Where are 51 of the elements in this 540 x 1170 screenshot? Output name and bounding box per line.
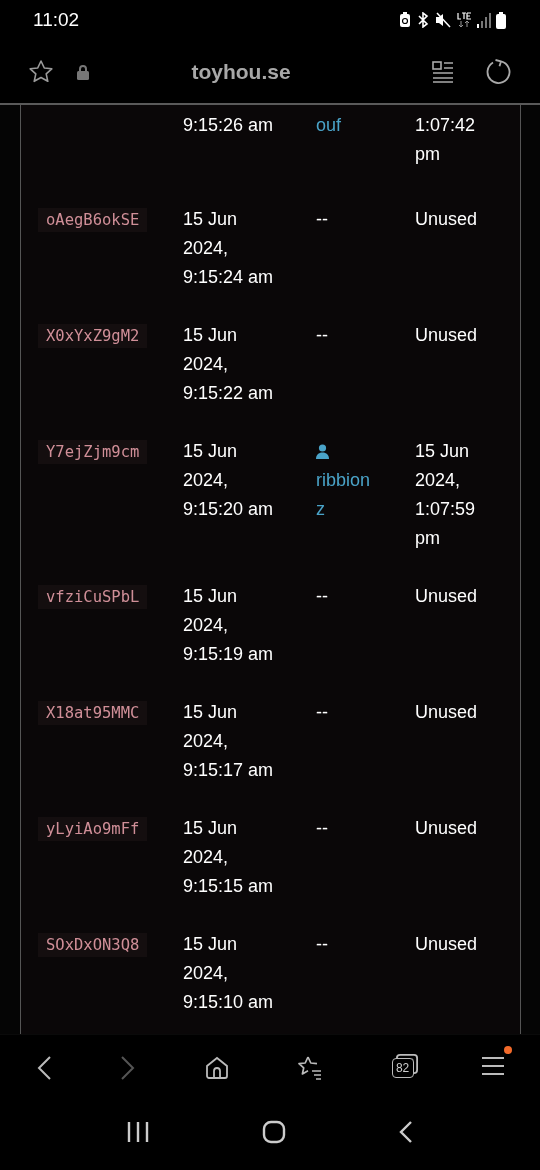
reload-icon[interactable] — [486, 58, 512, 85]
empty-user: -- — [316, 209, 328, 229]
home-icon[interactable] — [204, 1056, 229, 1080]
created-date: 15 Jun 2024, 9:15:15 am — [183, 818, 274, 896]
empty-user: -- — [316, 702, 328, 722]
used-date: Unused — [415, 325, 478, 345]
used-date: Unused — [415, 586, 478, 606]
used-date: Unused — [415, 702, 478, 722]
battery-icon — [496, 11, 506, 29]
created-date: 15 Jun 2024, 9:15:20 am — [183, 441, 274, 519]
created-date: 15 Jun 2024, 9:15:17 am — [183, 702, 274, 780]
invite-code: X0xYxZ9gM2 — [38, 324, 148, 348]
invite-code: yLyiAo9mFf — [38, 817, 148, 841]
created-date: 15 Jun 2024, 9:15:10 am — [183, 934, 274, 1012]
created-date: 15 Jun 2024, 9:15:19 am — [183, 586, 274, 664]
empty-user: -- — [316, 818, 328, 838]
url-text[interactable]: toyhou.se — [90, 59, 392, 84]
username-link[interactable]: ouf — [316, 111, 378, 140]
mute-icon — [435, 12, 451, 28]
used-date: 1:07:42 pm — [415, 115, 476, 164]
used-date: Unused — [415, 818, 478, 838]
recent-apps-icon[interactable] — [126, 1120, 149, 1143]
invite-code: Y7ejZjm9cm — [38, 440, 148, 464]
used-date: Unused — [415, 209, 478, 229]
reader-mode-icon[interactable] — [432, 60, 454, 83]
invite-code: X18at95MMC — [38, 701, 148, 725]
created-date: 15 Jun 2024, 9:15:24 am — [183, 209, 274, 287]
back-button-icon[interactable] — [399, 1119, 414, 1144]
menu-icon[interactable] — [481, 1056, 504, 1076]
bookmarks-icon[interactable] — [297, 1055, 324, 1081]
lock-icon — [76, 63, 90, 80]
back-icon[interactable] — [36, 1055, 52, 1081]
invite-code: oAegB6okSE — [38, 208, 148, 232]
empty-user: -- — [316, 586, 328, 606]
used-date: Unused — [415, 934, 478, 954]
lte-icon — [456, 12, 472, 28]
username-link[interactable]: ribbionz — [316, 466, 378, 524]
bluetooth-icon — [416, 12, 430, 28]
created-date: 9:15:26 am — [183, 115, 274, 135]
signal-icon — [477, 12, 491, 28]
user-icon — [316, 444, 329, 459]
battery-saver-icon — [399, 12, 411, 28]
status-time: 11:02 — [33, 9, 80, 31]
home-button-icon[interactable] — [262, 1119, 286, 1144]
invite-code: SOxDxON3Q8 — [38, 933, 148, 957]
created-date: 15 Jun 2024, 9:15:22 am — [183, 325, 274, 403]
empty-user: -- — [316, 325, 328, 345]
empty-user: -- — [316, 934, 328, 954]
bookmark-star-icon[interactable] — [28, 58, 54, 85]
used-date: 15 Jun 2024, 1:07:59 pm — [415, 441, 476, 548]
invite-code: vfziCuSPbL — [38, 585, 148, 609]
